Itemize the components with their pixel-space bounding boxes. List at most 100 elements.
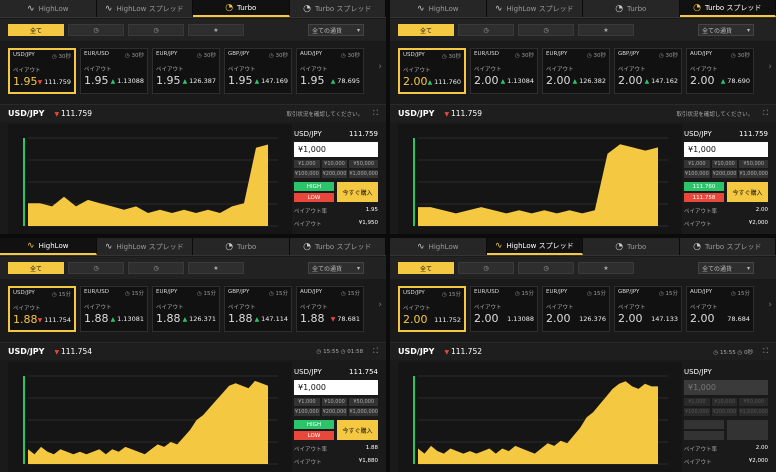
- currency-select[interactable]: 全ての通貨 ▾: [308, 262, 364, 274]
- tab-1[interactable]: ∿ HighLow スプレッド: [96, 0, 193, 17]
- filter-button[interactable]: 全て: [8, 24, 64, 36]
- tab-2[interactable]: ◔ Turbo: [193, 0, 290, 17]
- asset-card[interactable]: USD/JPY ◷ 30秒 ペイアウト 2.00 ▲ 111.760: [398, 48, 466, 94]
- amount-input[interactable]: ¥1,000: [294, 380, 378, 395]
- amount-preset[interactable]: ¥50,000: [739, 160, 768, 168]
- amount-preset[interactable]: ¥50,000: [349, 160, 378, 168]
- expand-icon[interactable]: ⛶: [763, 109, 768, 118]
- tab-0[interactable]: ∿ HighLow: [390, 0, 487, 17]
- tab-1[interactable]: ∿ HighLow スプレッド: [96, 238, 193, 255]
- filter-button[interactable]: ★: [188, 24, 244, 36]
- expand-icon[interactable]: ⛶: [763, 347, 768, 356]
- tab-1[interactable]: ∿ HighLow スプレッド: [486, 0, 583, 17]
- amount-preset[interactable]: ¥1,000: [684, 160, 710, 168]
- tab-3[interactable]: ◔ Turbo スプレッド: [679, 0, 776, 17]
- asset-card[interactable]: EUR/USD ◷ 30秒 ペイアウト 1.95 ▲ 1.13088: [80, 48, 148, 94]
- asset-card[interactable]: GBP/JPY ◷ 30秒 ペイアウト 2.00 ▲ 147.162: [614, 48, 682, 94]
- asset-card[interactable]: EUR/JPY ◷ 30秒 ペイアウト 1.95 ▲ 126.387: [152, 48, 220, 94]
- asset-card[interactable]: EUR/USD ◷ 15分 ペイアウト 2.00 1.13088: [470, 286, 538, 332]
- filter-button[interactable]: ★: [578, 262, 634, 274]
- asset-card[interactable]: USD/JPY ◷ 30秒 ペイアウト 1.95 ▼ 111.759: [8, 48, 76, 94]
- amount-preset[interactable]: ¥100,000: [294, 408, 320, 416]
- filter-button[interactable]: 全て: [398, 24, 454, 36]
- high-button[interactable]: HIGH: [294, 182, 334, 191]
- chevron-right-icon[interactable]: ›: [768, 62, 772, 72]
- amount-preset[interactable]: ¥1,000: [294, 160, 320, 168]
- asset-card[interactable]: EUR/USD ◷ 15分 ペイアウト 1.88 ▲ 1.13081: [80, 286, 148, 332]
- buy-now-button[interactable]: [727, 420, 768, 440]
- asset-card[interactable]: USD/JPY ◷ 15分 ペイアウト 1.88 ▼ 111.754: [8, 286, 76, 332]
- filter-button[interactable]: ◷: [128, 262, 184, 274]
- filter-button[interactable]: ◷: [68, 24, 124, 36]
- tab-3[interactable]: ◔ Turbo スプレッド: [289, 238, 386, 255]
- expand-icon[interactable]: ⛶: [373, 109, 378, 118]
- asset-card[interactable]: EUR/JPY ◷ 15分 ペイアウト 1.88 ▲ 126.371: [152, 286, 220, 332]
- amount-preset[interactable]: ¥200,000: [711, 170, 738, 178]
- amount-input[interactable]: ¥1,000: [294, 142, 378, 157]
- chevron-right-icon[interactable]: ›: [378, 300, 382, 310]
- filter-button[interactable]: ◷: [458, 262, 514, 274]
- tab-2[interactable]: ◔ Turbo: [193, 238, 290, 255]
- filter-button[interactable]: ◷: [128, 24, 184, 36]
- amount-preset[interactable]: ¥200,000: [711, 408, 738, 416]
- tab-2[interactable]: ◔ Turbo: [583, 0, 680, 17]
- amount-preset[interactable]: ¥100,000: [294, 170, 320, 178]
- tab-3[interactable]: ◔ Turbo スプレッド: [679, 238, 776, 255]
- amount-preset[interactable]: ¥50,000: [739, 398, 768, 406]
- amount-preset[interactable]: ¥10,000: [711, 160, 738, 168]
- asset-card[interactable]: EUR/JPY ◷ 30秒 ペイアウト 2.00 ▲ 126.382: [542, 48, 610, 94]
- amount-preset[interactable]: ¥50,000: [349, 398, 378, 406]
- amount-preset[interactable]: ¥1,000,000: [349, 170, 378, 178]
- amount-preset[interactable]: ¥1,000: [684, 398, 710, 406]
- amount-preset[interactable]: ¥10,000: [711, 398, 738, 406]
- asset-card[interactable]: AUD/JPY ◷ 15分 ペイアウト 2.00 78.684: [686, 286, 754, 332]
- buy-now-button[interactable]: 今すぐ購入: [727, 182, 768, 202]
- filter-button[interactable]: ◷: [518, 262, 574, 274]
- high-button[interactable]: HIGH: [294, 420, 334, 429]
- filter-button[interactable]: 全て: [398, 262, 454, 274]
- high-button[interactable]: 111.760: [684, 182, 724, 191]
- asset-card[interactable]: AUD/JPY ◷ 30秒 ペイアウト 2.00 ▲ 78.690: [686, 48, 754, 94]
- filter-button[interactable]: ★: [578, 24, 634, 36]
- buy-now-button[interactable]: 今すぐ購入: [337, 182, 378, 202]
- amount-preset[interactable]: ¥200,000: [321, 170, 348, 178]
- tab-3[interactable]: ◔ Turbo スプレッド: [289, 0, 386, 17]
- amount-preset[interactable]: ¥10,000: [321, 160, 348, 168]
- low-button[interactable]: [684, 431, 724, 440]
- currency-select[interactable]: 全ての通貨 ▾: [698, 262, 754, 274]
- high-button[interactable]: [684, 420, 724, 429]
- tab-1[interactable]: ∿ HighLow スプレッド: [486, 238, 583, 255]
- amount-preset[interactable]: ¥1,000: [294, 398, 320, 406]
- chevron-right-icon[interactable]: ›: [768, 300, 772, 310]
- tab-2[interactable]: ◔ Turbo: [583, 238, 680, 255]
- asset-card[interactable]: USD/JPY ◷ 15分 ペイアウト 2.00 111.752: [398, 286, 466, 332]
- filter-button[interactable]: ◷: [458, 24, 514, 36]
- amount-preset[interactable]: ¥100,000: [684, 170, 710, 178]
- chevron-right-icon[interactable]: ›: [378, 62, 382, 72]
- filter-button[interactable]: ◷: [68, 262, 124, 274]
- amount-preset[interactable]: ¥100,000: [684, 408, 710, 416]
- tab-0[interactable]: ∿ HighLow: [0, 0, 97, 17]
- filter-button[interactable]: ★: [188, 262, 244, 274]
- asset-card[interactable]: AUD/JPY ◷ 15分 ペイアウト 1.88 ▼ 78.681: [296, 286, 364, 332]
- amount-preset[interactable]: ¥10,000: [321, 398, 348, 406]
- asset-card[interactable]: GBP/JPY ◷ 15分 ペイアウト 2.00 147.133: [614, 286, 682, 332]
- low-button[interactable]: LOW: [294, 193, 334, 202]
- tab-0[interactable]: ∿ HighLow: [0, 238, 97, 255]
- low-button[interactable]: 111.758: [684, 193, 724, 202]
- amount-preset[interactable]: ¥1,000,000: [739, 170, 768, 178]
- amount-input[interactable]: ¥1,000: [684, 142, 768, 157]
- amount-preset[interactable]: ¥1,000,000: [739, 408, 768, 416]
- low-button[interactable]: LOW: [294, 431, 334, 440]
- buy-now-button[interactable]: 今すぐ購入: [337, 420, 378, 440]
- asset-card[interactable]: GBP/JPY ◷ 30秒 ペイアウト 1.95 ▲ 147.169: [224, 48, 292, 94]
- asset-card[interactable]: EUR/JPY ◷ 15分 ペイアウト 2.00 126.376: [542, 286, 610, 332]
- asset-card[interactable]: GBP/JPY ◷ 15分 ペイアウト 1.88 ▲ 147.114: [224, 286, 292, 332]
- amount-preset[interactable]: ¥1,000,000: [349, 408, 378, 416]
- filter-button[interactable]: 全て: [8, 262, 64, 274]
- tab-0[interactable]: ∿ HighLow: [390, 238, 487, 255]
- currency-select[interactable]: 全ての通貨 ▾: [308, 24, 364, 36]
- currency-select[interactable]: 全ての通貨 ▾: [698, 24, 754, 36]
- asset-card[interactable]: EUR/USD ◷ 30秒 ペイアウト 2.00 ▲ 1.13084: [470, 48, 538, 94]
- expand-icon[interactable]: ⛶: [373, 347, 378, 356]
